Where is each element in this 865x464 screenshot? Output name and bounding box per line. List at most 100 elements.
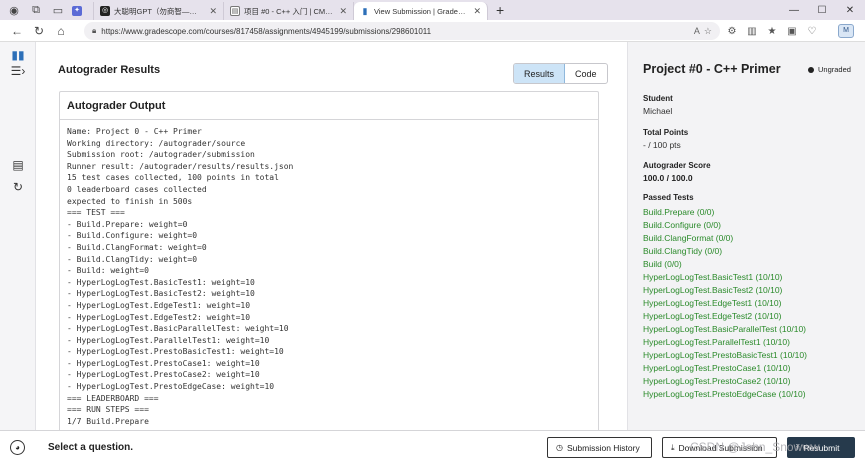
back-icon[interactable]: ←	[6, 20, 28, 42]
log-line: === LEADERBOARD ===	[67, 393, 159, 403]
resubmit-button[interactable]: ⤒ Resubmit	[787, 437, 855, 458]
maximize-icon[interactable]: ☐	[808, 0, 836, 20]
passed-test-item[interactable]: HyperLogLogTest.BasicParallelTest (10/10…	[643, 323, 807, 336]
download-submission-button[interactable]: ⤓ Download Submission	[662, 437, 777, 458]
passed-test-item[interactable]: Build (0/0)	[643, 258, 807, 271]
status-dot-icon	[808, 66, 814, 73]
log-line: 15 test cases collected, 100 points in t…	[67, 173, 279, 183]
window-close-icon[interactable]: ✕	[836, 0, 864, 20]
button-label: Submission History	[566, 442, 640, 453]
log-line: - HyperLogLogTest.BasicParallelTest: wei…	[67, 324, 289, 334]
browser-tab-strip: ◉ ⧉ ▭ ✦ ◎ 大聪明GPT（勿商智——可分析文 ✕ ▤ 项目 #0 - C…	[0, 0, 865, 20]
tab-results[interactable]: Results	[514, 64, 566, 83]
close-icon[interactable]: ✕	[339, 6, 347, 17]
tab-label: 大聪明GPT（勿商智——可分析文	[114, 6, 203, 16]
select-question-prompt: Select a question.	[48, 442, 134, 453]
passed-test-item[interactable]: HyperLogLogTest.BasicTest1 (10/10)	[643, 271, 807, 284]
student-name: Michael	[643, 106, 673, 116]
profile-icon[interactable]: ◉	[6, 2, 22, 18]
passed-test-item[interactable]: Build.Configure (0/0)	[643, 219, 807, 232]
submission-history-button[interactable]: ◷ Submission History	[547, 437, 652, 458]
split-screen-icon[interactable]: ▥	[742, 26, 762, 37]
autograder-score-value: 100.0 / 100.0	[643, 173, 693, 183]
workspaces-icon[interactable]: ⧉	[28, 2, 44, 18]
browser-tab-cmu[interactable]: ▤ 项目 #0 - C++ 入门 | CMU 15-44 ✕	[224, 2, 354, 20]
home-icon[interactable]: ⌂	[50, 20, 72, 42]
log-line: - HyperLogLogTest.EdgeTest2: weight=10	[67, 312, 251, 322]
log-line: - Build.ClangFormat: weight=0	[67, 242, 207, 252]
passed-test-item[interactable]: HyperLogLogTest.EdgeTest1 (10/10)	[643, 297, 807, 310]
clock-icon: ◷	[556, 443, 563, 452]
log-line: === RUN STEPS ===	[67, 405, 149, 415]
passed-test-item[interactable]: Build.Prepare (0/0)	[643, 206, 807, 219]
address-bar[interactable]: 🔒︎ https://www.gradescope.com/courses/81…	[84, 22, 720, 40]
page-icon: ▤	[230, 6, 240, 16]
refresh-icon[interactable]: ↻	[28, 20, 50, 42]
minimize-icon[interactable]: —	[780, 0, 808, 20]
close-icon[interactable]: ✕	[209, 6, 217, 17]
log-line: === TEST ===	[67, 208, 125, 218]
passed-test-item[interactable]: HyperLogLogTest.PrestoEdgeCase (10/10)	[643, 388, 807, 401]
upload-icon: ⤒	[796, 442, 800, 452]
passed-test-item[interactable]: HyperLogLogTest.BasicTest2 (10/10)	[643, 284, 807, 297]
passed-test-item[interactable]: Build.ClangTidy (0/0)	[643, 245, 807, 258]
autograder-output-panel: Autograder Output Name: Project 0 - C++ …	[59, 91, 599, 430]
log-line: 0 leaderboard cases collected	[67, 184, 207, 194]
status-badge: Ungraded	[808, 65, 851, 74]
close-icon[interactable]: ✕	[473, 6, 481, 17]
browser-tab-copilot[interactable]: ✦	[66, 2, 94, 20]
log-line: - HyperLogLogTest.ParallelTest1: weight=…	[67, 335, 270, 345]
browser-tab-gpt[interactable]: ◎ 大聪明GPT（勿商智——可分析文 ✕	[94, 2, 224, 20]
log-line: - HyperLogLogTest.PrestoCase1: weight=10	[67, 358, 260, 368]
browser-essentials-icon[interactable]: ♡	[802, 26, 822, 37]
copilot-icon: ✦	[72, 6, 82, 16]
tab-actions-icon[interactable]: ▭	[50, 2, 66, 18]
log-line: - Build.Prepare: weight=0	[67, 219, 188, 229]
outline-icon[interactable]: ▤	[0, 158, 36, 172]
tab-label: 项目 #0 - C++ 入门 | CMU 15-44	[244, 6, 333, 16]
browser-toolbar: ← ↻ ⌂ 🔒︎ https://www.gradescope.com/cour…	[0, 20, 865, 42]
expand-menu-icon[interactable]: ☰›	[0, 64, 36, 78]
collections-icon[interactable]: ▣	[782, 26, 802, 37]
passed-test-item[interactable]: HyperLogLogTest.ParallelTest1 (10/10)	[643, 336, 807, 349]
gradescope-icon: ▮	[360, 6, 370, 16]
passed-test-item[interactable]: HyperLogLogTest.PrestoCase2 (10/10)	[643, 375, 807, 388]
log-line: - Build.ClangTidy: weight=0	[67, 254, 198, 264]
status-label: Ungraded	[818, 65, 851, 74]
autograder-score-label: Autograder Score	[643, 161, 711, 170]
passed-test-item[interactable]: HyperLogLogTest.PrestoCase1 (10/10)	[643, 362, 807, 375]
log-line: - HyperLogLogTest.EdgeTest1: weight=10	[67, 300, 251, 310]
browser-tab-gradescope[interactable]: ▮ View Submission | Gradescope ✕	[354, 2, 488, 20]
passed-tests-list: Build.Prepare (0/0) Build.Configure (0/0)…	[643, 206, 807, 401]
log-line: - HyperLogLogTest.PrestoBasicTest1: weig…	[67, 347, 284, 357]
main-content: Autograder Results Results Code Autograd…	[36, 42, 620, 430]
extensions-icon[interactable]: ⚙	[722, 26, 742, 37]
passed-test-item[interactable]: HyperLogLogTest.PrestoBasicTest1 (10/10)	[643, 349, 807, 362]
student-label: Student	[643, 94, 673, 103]
log-line: - HyperLogLogTest.PrestoCase2: weight=10	[67, 370, 260, 380]
passed-test-item[interactable]: Build.ClangFormat (0/0)	[643, 232, 807, 245]
panel-title: Autograder Output	[60, 92, 598, 120]
favorite-star-icon[interactable]: ☆	[704, 26, 712, 37]
url-text: https://www.gradescope.com/courses/81745…	[101, 26, 432, 36]
regrade-icon[interactable]: ↻	[0, 180, 36, 194]
log-line: - HyperLogLogTest.PrestoEdgeCase: weight…	[67, 382, 275, 392]
download-icon: ⤓	[671, 442, 675, 452]
read-aloud-icon[interactable]: A	[694, 26, 700, 36]
view-toggle: Results Code	[513, 63, 608, 84]
passed-test-item[interactable]: HyperLogLogTest.EdgeTest2 (10/10)	[643, 310, 807, 323]
log-line: - HyperLogLogTest.BasicTest1: weight=10	[67, 277, 255, 287]
new-tab-button[interactable]: +	[496, 2, 504, 18]
lock-icon: 🔒︎	[92, 26, 97, 35]
log-line: Working directory: /autograder/source	[67, 138, 246, 148]
log-line: - Build: weight=0	[67, 266, 149, 276]
submission-sidebar: Project #0 - C++ Primer Ungraded Student…	[627, 42, 865, 430]
log-line: Runner result: /autograder/results/resul…	[67, 161, 294, 171]
help-icon[interactable]: ◕	[10, 440, 25, 455]
tab-code[interactable]: Code	[565, 64, 607, 83]
favorites-icon[interactable]: ★	[762, 26, 782, 37]
browser-profile-avatar[interactable]: M	[838, 24, 854, 38]
log-line: - HyperLogLogTest.BasicTest2: weight=10	[67, 289, 255, 299]
total-points-label: Total Points	[643, 128, 689, 137]
gradescope-logo-icon[interactable]: ▮▮	[0, 48, 36, 62]
